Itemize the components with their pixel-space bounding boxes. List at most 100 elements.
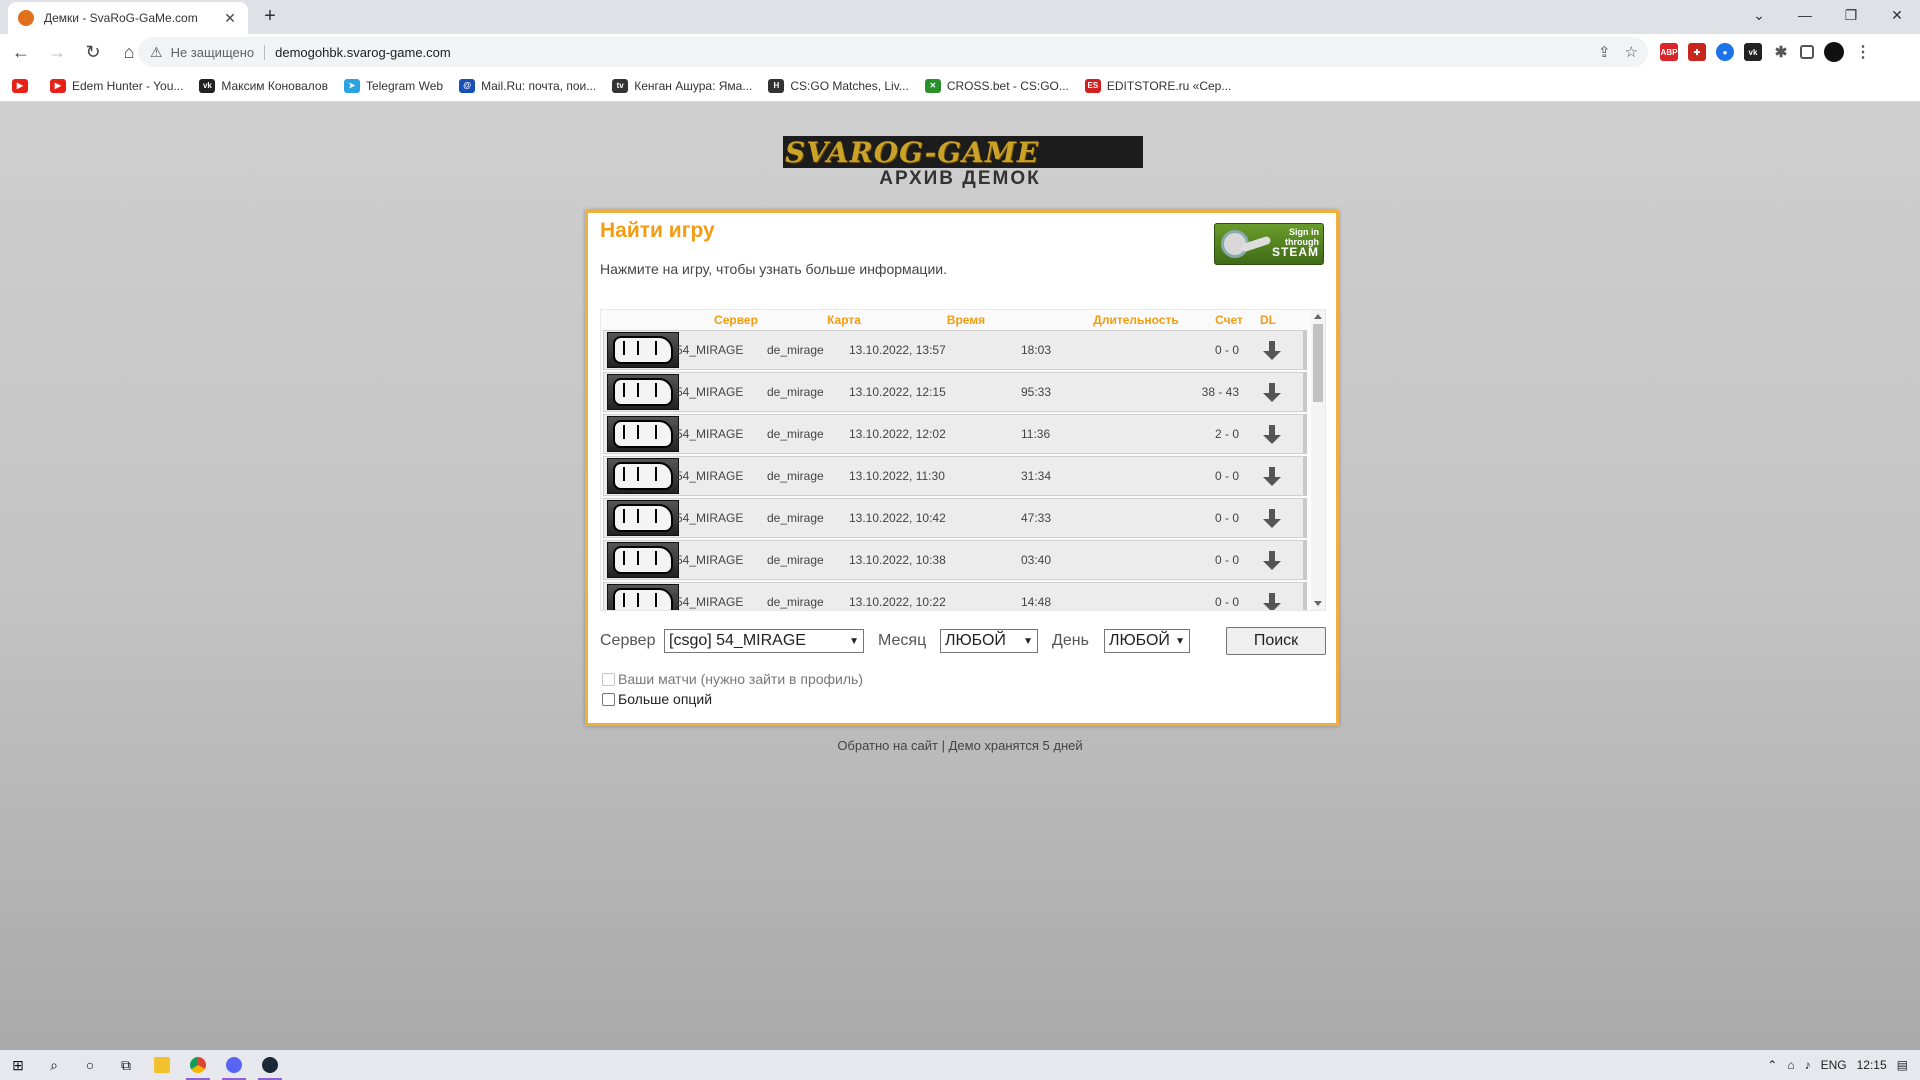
steam-signin-button[interactable]: Sign in through STEAM [1214, 223, 1324, 265]
bookmark-item[interactable]: ES EDITSTORE.ru «Сер... [1084, 78, 1231, 93]
bookmark-item[interactable]: H CS:GO Matches, Liv... [768, 78, 909, 93]
more-options-label[interactable]: Больше опций [618, 691, 712, 707]
download-arrow-icon[interactable] [1263, 509, 1281, 529]
month-select[interactable]: ЛЮБОЙ ▼ [940, 629, 1038, 653]
bookmark-item[interactable]: ➤ Telegram Web [343, 78, 444, 93]
demo-row[interactable]: 54_MIRAGE de_mirage 13.10.2022, 10:22 14:48… [603, 582, 1307, 610]
clock[interactable]: 12:15 [1857, 1058, 1887, 1072]
notifications-icon[interactable]: ▤ [1897, 1058, 1908, 1072]
demo-row[interactable]: 54_MIRAGE de_mirage 13.10.2022, 10:42 47:33… [603, 498, 1307, 538]
server-avatar [607, 584, 679, 610]
demo-row[interactable]: 54_MIRAGE de_mirage 13.10.2022, 12:02 11:36… [603, 414, 1307, 454]
restore-button[interactable]: ❐ [1828, 0, 1874, 30]
chrome-icon[interactable] [180, 1050, 216, 1080]
download-arrow-icon[interactable] [1263, 467, 1281, 487]
download-arrow-icon[interactable] [1263, 551, 1281, 571]
download-arrow-icon[interactable] [1263, 383, 1281, 403]
crossbet-icon: ✕ [924, 78, 941, 93]
start-windows-icon[interactable]: ⊞ [0, 1050, 36, 1080]
bookmark-item[interactable]: @ Mail.Ru: почта, пои... [459, 78, 596, 93]
scroll-down-icon[interactable] [1314, 601, 1322, 606]
arrow-head [1263, 519, 1281, 528]
site-logo[interactable]: SVAROG-GAME [783, 136, 1143, 169]
steam-icon[interactable] [252, 1050, 288, 1080]
more-options-checkbox[interactable]: Больше опций [602, 691, 863, 707]
demo-row[interactable]: 54_MIRAGE de_mirage 13.10.2022, 13:57 18:03… [603, 330, 1307, 370]
tray-volume-icon[interactable]: ♪ [1805, 1058, 1811, 1072]
demo-row[interactable]: 54_MIRAGE de_mirage 13.10.2022, 10:38 03:40… [603, 540, 1307, 580]
adblock-extension-icon[interactable]: ABP [1660, 43, 1678, 61]
column-server: Сервер [714, 313, 758, 327]
task-view-icon[interactable]: ⧉ [108, 1050, 144, 1080]
tray-network-icon[interactable]: ⌂ [1787, 1058, 1794, 1072]
filter-bar: Сервер [csgo] 54_MIRAGE ▼ Месяц ЛЮБОЙ ▼ … [600, 627, 1328, 655]
file-explorer-icon[interactable] [144, 1050, 180, 1080]
warning-triangle-icon[interactable]: ⚠ [150, 44, 163, 61]
download-arrow-icon[interactable] [1263, 593, 1281, 610]
row-duration: 18:03 [1021, 343, 1052, 357]
discord-icon[interactable] [216, 1050, 252, 1080]
list-scrollbar[interactable] [1311, 310, 1325, 610]
puzzle-extensions-icon[interactable]: ✱ [1772, 43, 1790, 61]
red-extension-icon[interactable]: ✚ [1688, 43, 1706, 61]
server-avatar [607, 416, 679, 452]
row-score: 38 - 43 [1201, 385, 1239, 399]
tab-close-icon[interactable]: ✕ [222, 10, 238, 27]
demo-row[interactable]: 54_MIRAGE de_mirage 13.10.2022, 11:30 31:34… [603, 456, 1307, 496]
panel-title: Найти игру [600, 219, 715, 242]
row-map: de_mirage [767, 343, 824, 357]
bookmark-star-icon[interactable]: ☆ [1625, 43, 1638, 61]
new-tab-button[interactable]: + [258, 6, 282, 28]
row-server: 54_MIRAGE [676, 427, 744, 441]
input-language[interactable]: ENG [1821, 1058, 1847, 1072]
row-map: de_mirage [767, 385, 824, 399]
profile-avatar[interactable] [1824, 42, 1844, 62]
row-server: 54_MIRAGE [676, 511, 744, 525]
close-window-button[interactable]: ✕ [1874, 0, 1920, 30]
tray-chevron-up-icon[interactable]: ⌃ [1767, 1058, 1777, 1072]
bookmark-item[interactable]: ▶ Edem Hunter - You... [50, 78, 183, 93]
bookmark-item[interactable]: ▶ [12, 78, 34, 93]
search-button[interactable]: Поиск [1226, 627, 1326, 655]
column-map: Карта [827, 313, 861, 327]
server-avatar [607, 332, 679, 368]
bookmark-item[interactable]: ✕ CROSS.bet - CS:GO... [924, 78, 1069, 93]
demo-row[interactable]: 54_MIRAGE de_mirage 13.10.2022, 12:15 95:33… [603, 372, 1307, 412]
bookmark-item[interactable]: tv Кенган Ашура: Яма... [612, 78, 752, 93]
download-arrow-icon[interactable] [1263, 341, 1281, 361]
tab-search-icon[interactable]: ⌄ [1736, 0, 1782, 30]
blue-extension-icon[interactable]: ● [1716, 43, 1734, 61]
vk-extension-icon[interactable]: vk [1744, 43, 1762, 61]
search-icon[interactable]: ⌕ [36, 1050, 72, 1080]
reload-icon[interactable]: ↻ [78, 37, 108, 67]
forward-arrow-icon[interactable]: → [42, 37, 72, 67]
archive-title: АРХИВ ДЕМОК [879, 168, 1041, 189]
download-arrow-icon[interactable] [1263, 425, 1281, 445]
fist-logo-icon [613, 504, 673, 532]
bookmark-label: Telegram Web [365, 78, 444, 93]
server-avatar [607, 458, 679, 494]
browser-tab[interactable]: Демки - SvaRoG-GaMe.com ✕ [8, 2, 248, 34]
minimize-button[interactable]: — [1782, 0, 1828, 30]
bookmark-label: CROSS.bet - CS:GO... [946, 78, 1069, 93]
menu-kebab-icon[interactable]: ⋮ [1854, 43, 1872, 61]
url-text[interactable]: demogohbk.svarog-game.com [275, 45, 451, 60]
server-select[interactable]: [csgo] 54_MIRAGE ▼ [664, 629, 864, 653]
security-label[interactable]: Не защищено [171, 44, 266, 60]
cortana-circle-icon[interactable]: ○ [72, 1050, 108, 1080]
bookmark-item[interactable]: vk Максим Коновалов [199, 78, 328, 93]
side-panel-icon[interactable] [1800, 45, 1814, 59]
back-arrow-icon[interactable]: ← [6, 37, 36, 67]
scroll-up-icon[interactable] [1314, 314, 1322, 319]
checkbox-box[interactable] [602, 692, 615, 706]
back-to-site-link[interactable]: Обратно на сайт [837, 738, 938, 753]
steam-line-3: STEAM [1272, 245, 1319, 259]
vk-icon: vk [199, 78, 216, 93]
day-select[interactable]: ЛЮБОЙ ▼ [1104, 629, 1190, 653]
scroll-thumb[interactable] [1313, 324, 1323, 402]
address-bar[interactable]: ⚠ Не защищено demogohbk.svarog-game.com … [138, 37, 1648, 67]
demo-rows: 54_MIRAGE de_mirage 13.10.2022, 13:57 18:03… [603, 330, 1309, 610]
row-time: 13.10.2022, 13:57 [849, 343, 946, 357]
share-icon[interactable]: ⇪ [1598, 43, 1611, 61]
browser-tab-strip: Демки - SvaRoG-GaMe.com ✕ + ⌄ — ❐ ✕ [0, 0, 1920, 34]
